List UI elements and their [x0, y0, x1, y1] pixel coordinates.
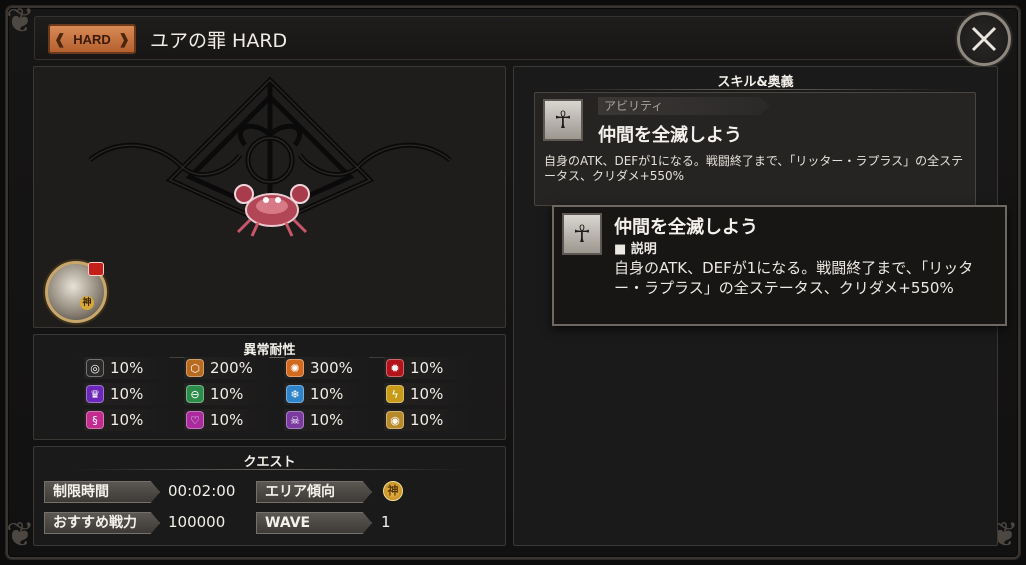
- resistance-value: 10%: [110, 411, 144, 429]
- resistance-value: 10%: [110, 385, 144, 403]
- tooltip-section-label: ■ 説明: [614, 242, 657, 257]
- enemy-crab-sprite: [234, 184, 310, 237]
- recommended-power-label: おすすめ戦力: [44, 512, 160, 534]
- quest-panel-title: クエスト: [243, 455, 296, 470]
- tooltip-description: 自身のATK、DEFが1になる。戦闘終了まで、「リッター・ラプラス」の全ステータ…: [614, 259, 974, 297]
- skills-title: スキル&奥義: [717, 75, 794, 90]
- spiral-eye-icon: ◉: [386, 411, 404, 429]
- divider: [74, 469, 465, 470]
- area-tendency-label: エリア傾向: [256, 481, 372, 503]
- flame-spiral-icon: ✺: [286, 359, 304, 377]
- close-button[interactable]: [957, 12, 1011, 66]
- heart-swirl-icon: ♡: [186, 411, 204, 429]
- resistance-grid: ◎ 10% ⬡ 200% ✺ 300% ✹ 10% ♛ 10% ⊖ 10% ❄ 10% ϟ 10% § 10% ♡ 1…: [84, 357, 484, 431]
- resistance-item: ❄ 10%: [284, 383, 370, 405]
- resistance-item: ☠ 10%: [284, 409, 370, 431]
- resistance-item: ϟ 10%: [384, 383, 470, 405]
- dna-icon: §: [86, 411, 104, 429]
- resistance-value: 10%: [310, 411, 344, 429]
- wave-label: WAVE: [256, 512, 372, 534]
- resistance-panel: 異常耐性 ◎ 10% ⬡ 200% ✺ 300% ✹ 10% ♛ 10% ⊖ 10% ❄ 10% ϟ 10% §…: [33, 334, 530, 440]
- skill-description: 自身のATK、DEFが1になる。戦闘終了まで、「リッター・ラプラス」の全ステータ…: [544, 154, 964, 183]
- resistance-item: ⊖ 10%: [184, 383, 270, 405]
- chain-icon: ⊖: [186, 385, 204, 403]
- skill-portrait-icon: ☥: [543, 99, 583, 141]
- time-limit-value: 00:02:00: [168, 482, 236, 500]
- snowflake-icon: ❄: [286, 385, 304, 403]
- resistance-item: ♡ 10%: [184, 409, 270, 431]
- resistance-item: ◉ 10%: [384, 409, 470, 431]
- resistance-item: ◎ 10%: [84, 357, 170, 379]
- skill-name: 仲間を全滅しよう: [598, 125, 742, 146]
- resistance-title: 異常耐性: [243, 343, 296, 358]
- resistance-value: 10%: [210, 411, 244, 429]
- resistance-item: ♛ 10%: [84, 383, 170, 405]
- resistance-value: 300%: [310, 359, 353, 377]
- tooltip-skill-name: 仲間を全滅しよう: [614, 217, 758, 238]
- element-god-icon: 神: [383, 481, 403, 501]
- lightning-icon: ϟ: [386, 385, 404, 403]
- difficulty-badge: HARD: [48, 24, 136, 54]
- resistance-item: ⬡ 200%: [184, 357, 270, 379]
- tooltip-portrait-icon: ☥: [562, 213, 602, 255]
- blast-icon: ✹: [386, 359, 404, 377]
- close-icon: [971, 26, 997, 52]
- resistance-value: 10%: [110, 359, 144, 377]
- divider: [554, 89, 957, 90]
- time-limit-label: 制限時間: [44, 481, 160, 503]
- resistance-value: 10%: [310, 385, 344, 403]
- resistance-value: 10%: [410, 411, 444, 429]
- element-god-icon: 神: [80, 296, 94, 310]
- recommended-power-value: 100000: [168, 513, 226, 531]
- resistance-value: 10%: [410, 385, 444, 403]
- resistance-value: 200%: [210, 359, 253, 377]
- corner-ornament-icon: ❦: [6, 1, 35, 41]
- crown-icon: ♛: [86, 385, 104, 403]
- boss-marker-icon: [88, 262, 104, 276]
- skill-type-tag: アビリティ: [598, 97, 770, 115]
- resistance-value: 10%: [410, 359, 444, 377]
- wave-value: 1: [381, 513, 391, 531]
- swirl-icon: ◎: [86, 359, 104, 377]
- shield-icon: ⬡: [186, 359, 204, 377]
- skull-icon: ☠: [286, 411, 304, 429]
- resistance-item: ✺ 300%: [284, 357, 370, 379]
- resistance-item: ✹ 10%: [384, 357, 470, 379]
- corner-ornament-icon: ❦: [6, 515, 35, 555]
- resistance-value: 10%: [210, 385, 244, 403]
- quest-title: ユアの罪 HARD: [150, 30, 288, 52]
- resistance-item: § 10%: [84, 409, 170, 431]
